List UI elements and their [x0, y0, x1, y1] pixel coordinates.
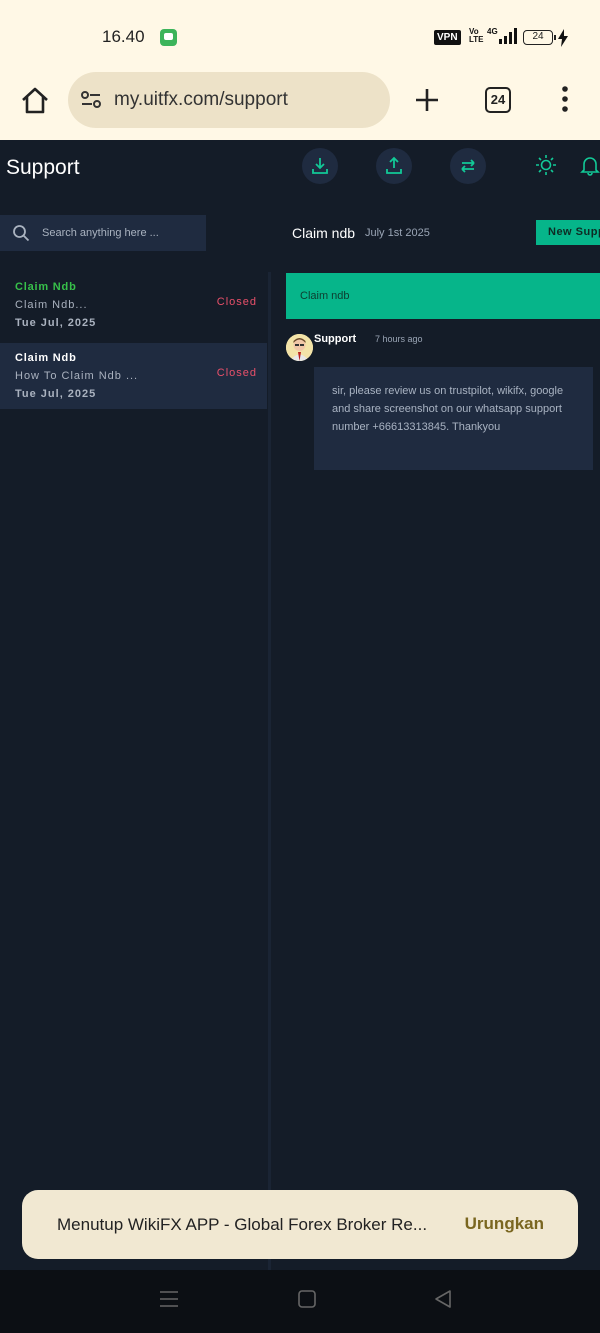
message-bubble: sir, please review us on trustpilot, wik…	[314, 367, 593, 470]
search-icon	[13, 225, 30, 242]
site-settings-icon[interactable]	[80, 90, 102, 110]
messages-notification-icon	[160, 29, 177, 46]
ticket-status-badge: Closed	[216, 367, 257, 379]
panel-divider	[268, 272, 271, 1272]
back-icon[interactable]	[432, 1288, 454, 1310]
snackbar-message: Menutup WikiFX APP - Global Forex Broker…	[57, 1215, 428, 1234]
ticket-search	[0, 215, 206, 251]
conversation-date: July 1st 2025	[365, 227, 430, 239]
url-text: my.uitfx.com/support	[114, 89, 288, 110]
browser-toolbar: my.uitfx.com/support 24	[0, 70, 600, 140]
volte-indicator: Vo LTE	[469, 28, 484, 44]
snackbar: Menutup WikiFX APP - Global Forex Broker…	[22, 1190, 578, 1259]
new-support-button[interactable]: New Support	[536, 220, 600, 245]
ticket-preview: How To Claim Ndb ...	[15, 370, 139, 382]
download-icon	[312, 158, 328, 174]
ticket-title: Claim Ndb	[15, 352, 77, 364]
clock: 16.40	[102, 27, 145, 46]
thread-subject-bar: Claim ndb	[286, 273, 600, 319]
message-timestamp: 7 hours ago	[375, 334, 423, 344]
system-navigation-bar	[0, 1270, 600, 1333]
home-icon[interactable]	[18, 84, 52, 118]
sun-icon[interactable]	[535, 154, 557, 176]
undo-button[interactable]: Urungkan	[465, 1214, 544, 1234]
support-agent-avatar-icon	[286, 334, 313, 361]
ticket-date: Tue Jul, 2025	[15, 317, 97, 329]
tab-switcher-button[interactable]: 24	[485, 87, 511, 113]
bell-icon[interactable]	[579, 154, 600, 176]
search-input[interactable]	[42, 215, 202, 251]
signal-strength-icon: 4G	[487, 27, 517, 44]
status-bar: 16.40 VPN Vo LTE 4G 24	[0, 0, 600, 70]
transfer-button[interactable]	[450, 148, 486, 184]
transfer-icon	[461, 159, 475, 173]
ticket-preview: Claim Ndb...	[15, 299, 88, 311]
message-sender: Support	[314, 333, 357, 345]
withdraw-button[interactable]	[376, 148, 412, 184]
deposit-button[interactable]	[302, 148, 338, 184]
recent-apps-icon[interactable]	[158, 1288, 180, 1310]
conversation-title: Claim ndb	[292, 225, 356, 241]
ticket-list-item-selected[interactable]: Claim Ndb How To Claim Ndb ... Tue Jul, …	[0, 343, 267, 409]
ticket-status-badge: Closed	[216, 296, 257, 308]
thread-subject: Claim ndb	[300, 290, 350, 302]
address-bar[interactable]: my.uitfx.com/support	[68, 72, 390, 128]
ticket-date: Tue Jul, 2025	[15, 388, 97, 400]
network-type: 4G	[487, 27, 498, 36]
overflow-menu-icon[interactable]	[555, 84, 575, 114]
battery-icon: 24	[523, 30, 556, 45]
upload-icon	[386, 156, 402, 174]
app-header: Support	[0, 140, 600, 200]
ticket-list-item[interactable]: Claim Ndb Claim Ndb... Tue Jul, 2025 Clo…	[0, 272, 267, 338]
volte-bottom: LTE	[469, 35, 484, 44]
avatar	[286, 334, 313, 361]
home-nav-icon[interactable]	[296, 1288, 318, 1310]
vpn-indicator: VPN	[434, 30, 461, 45]
charging-icon	[558, 29, 568, 47]
page-title: Support	[6, 156, 80, 179]
new-tab-icon[interactable]	[412, 85, 442, 115]
ticket-title: Claim Ndb	[15, 281, 77, 293]
